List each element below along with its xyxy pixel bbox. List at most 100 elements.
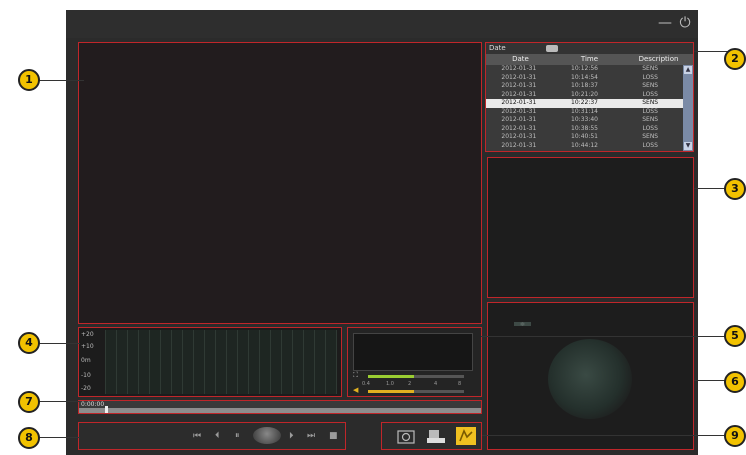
table-cell: 2012-01-31: [501, 65, 537, 72]
audio-tick: 0.4: [362, 381, 370, 387]
table-cell: 2012-01-31: [501, 99, 537, 106]
minimize-button[interactable]: —: [656, 14, 674, 32]
table-row[interactable]: 2012-01-31 10:33:40 SENS: [486, 116, 683, 125]
callout-8: 8: [18, 427, 40, 449]
pause-icon[interactable]: ⏸: [235, 431, 240, 441]
volume-track[interactable]: [414, 390, 464, 393]
jog-dial-icon[interactable]: [253, 427, 281, 444]
table-cell: SENS: [642, 133, 659, 140]
callout-7: 7: [18, 391, 40, 413]
table-row[interactable]: 2012-01-31 10:40:51 SENS: [486, 133, 683, 142]
callout-2: 2: [724, 48, 746, 70]
table-row[interactable]: 2012-01-31 10:21:20 LOSS: [486, 91, 683, 100]
skip-to-end-icon[interactable]: ⏭: [307, 431, 315, 441]
playback-controls: ⏮ ⏴ ⏸ ⏵ ⏭ ■: [78, 422, 346, 450]
level-graph: +20 +10 0m -10 -20: [78, 327, 342, 397]
callout-leader: [694, 51, 730, 52]
table-cell: SENS: [642, 82, 659, 89]
title-bar: — ⏻: [66, 10, 698, 38]
table-cell: SENS: [642, 116, 659, 123]
player-window: — ⏻ Date Date Time Description 2012-01-3…: [66, 10, 698, 455]
skip-to-start-icon[interactable]: ⏮: [193, 431, 201, 441]
power-icon[interactable]: ⏻: [676, 14, 694, 32]
table-cell: SENS: [642, 65, 659, 72]
table-cell: 2012-01-31: [501, 107, 537, 115]
table-cell: LOSS: [642, 141, 658, 149]
audio-tick: 1.0: [386, 381, 394, 387]
table-cell: 2012-01-31: [501, 90, 537, 98]
graph-grid: [105, 330, 337, 394]
table-cell: 10:44:12: [571, 141, 598, 149]
graph-label: 0m: [81, 357, 91, 364]
table-cell: 2012-01-31: [501, 82, 537, 89]
event-list-scrollbar[interactable]: ▲ ▼: [683, 65, 693, 151]
event-list-header: Date Time Description: [486, 54, 693, 65]
column-time[interactable]: Time: [555, 54, 624, 65]
video-display: [78, 42, 482, 324]
previous-frame-icon[interactable]: ⏴: [215, 431, 220, 441]
speaker-icon: ⛶: [353, 371, 358, 379]
map-panel[interactable]: [487, 302, 694, 450]
graph-label: +20: [81, 331, 94, 338]
table-cell: LOSS: [642, 90, 658, 98]
timeline-handle[interactable]: [105, 406, 108, 413]
table-cell: 10:22:37: [571, 99, 598, 106]
column-description[interactable]: Description: [624, 54, 693, 65]
table-cell: LOSS: [642, 73, 658, 81]
table-row[interactable]: 2012-01-31 10:22:37 SENS: [486, 99, 683, 108]
column-date[interactable]: Date: [486, 54, 555, 65]
graph-label: -10: [81, 372, 91, 379]
print-icon[interactable]: [426, 427, 446, 445]
table-cell: 10:33:40: [571, 116, 598, 123]
table-cell: 2012-01-31: [501, 124, 537, 132]
audio-tick: 2: [408, 381, 412, 387]
event-list-tab[interactable]: Date: [489, 44, 506, 52]
next-frame-icon[interactable]: ⏵: [289, 431, 294, 441]
table-cell: 10:31:14: [571, 107, 598, 115]
satellite-icon: [514, 322, 531, 326]
table-row[interactable]: 2012-01-31 10:44:12 LOSS: [486, 142, 683, 151]
audio-tick: 8: [458, 381, 462, 387]
snapshot-icon[interactable]: [396, 427, 416, 445]
event-list-toolbar: Date: [486, 43, 693, 54]
stop-icon[interactable]: ■: [329, 431, 338, 441]
callout-leader: [482, 435, 726, 436]
callout-leader: [481, 336, 727, 337]
table-row[interactable]: 2012-01-31 10:18:37 SENS: [486, 82, 683, 91]
graph-label: +10: [81, 343, 94, 350]
audio-tick: 4: [434, 381, 438, 387]
event-list-body: 2012-01-31 10:12:56 SENS 2012-01-31 10:14:54…: [486, 65, 683, 151]
table-cell: 10:12:56: [571, 65, 598, 72]
table-cell: LOSS: [642, 107, 658, 115]
table-row[interactable]: 2012-01-31 10:38:55 LOSS: [486, 125, 683, 134]
timeline[interactable]: 0:00:00: [78, 400, 482, 414]
info-panel: [487, 157, 694, 298]
table-cell: 2012-01-31: [501, 141, 537, 149]
callout-9: 9: [724, 425, 746, 447]
toggle-switch[interactable]: [546, 45, 558, 52]
callout-1: 1: [18, 69, 40, 91]
callout-3: 3: [724, 178, 746, 200]
timeline-track[interactable]: [79, 408, 481, 413]
table-cell: 10:14:54: [571, 73, 598, 81]
scroll-up-icon[interactable]: ▲: [684, 66, 692, 74]
table-cell: SENS: [642, 99, 659, 106]
table-cell: 10:18:37: [571, 82, 598, 89]
tool-buttons: [381, 422, 482, 450]
map-icon[interactable]: [456, 427, 476, 445]
callout-5: 5: [724, 325, 746, 347]
volume-slider[interactable]: [368, 390, 414, 393]
table-row[interactable]: 2012-01-31 10:12:56 SENS: [486, 65, 683, 74]
table-cell: 10:38:55: [571, 124, 598, 132]
graph-label: -20: [81, 385, 91, 392]
level-bar-track: [414, 375, 464, 378]
scroll-down-icon[interactable]: ▼: [684, 142, 692, 150]
table-row[interactable]: 2012-01-31 10:14:54 LOSS: [486, 74, 683, 83]
table-cell: 2012-01-31: [501, 133, 537, 140]
callout-4: 4: [18, 332, 40, 354]
event-list-panel: Date Date Time Description 2012-01-31 10:…: [485, 42, 694, 152]
table-row[interactable]: 2012-01-31 10:31:14 LOSS: [486, 108, 683, 117]
audio-panel: ⛶ 0.4 1.0 2 4 8 ◀: [347, 327, 482, 397]
table-cell: 10:21:20: [571, 90, 598, 98]
table-cell: 10:40:51: [571, 133, 598, 140]
